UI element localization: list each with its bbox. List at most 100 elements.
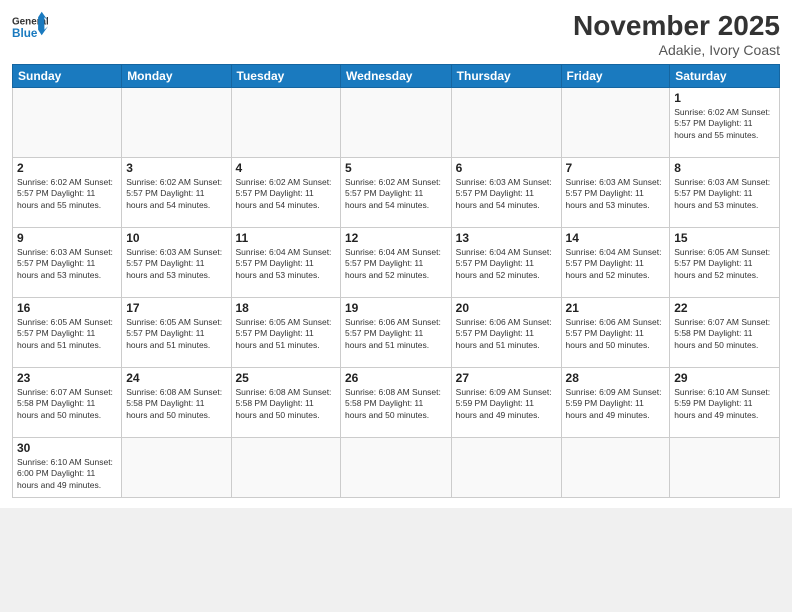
day-info: Sunrise: 6:03 AM Sunset: 5:57 PM Dayligh… bbox=[17, 247, 117, 281]
table-row: 1 Sunrise: 6:02 AM Sunset: 5:57 PM Daylig… bbox=[670, 88, 780, 158]
logo: General Blue bbox=[12, 10, 48, 46]
day-info: Sunrise: 6:03 AM Sunset: 5:57 PM Dayligh… bbox=[456, 177, 557, 211]
day-number: 26 bbox=[345, 371, 447, 385]
day-number: 11 bbox=[236, 231, 336, 245]
table-row: 26 Sunrise: 6:08 AM Sunset: 5:58 PM Dayli… bbox=[340, 368, 451, 438]
day-info: Sunrise: 6:06 AM Sunset: 5:57 PM Dayligh… bbox=[345, 317, 447, 351]
table-row: 30 Sunrise: 6:10 AM Sunset: 6:00 PM Dayli… bbox=[13, 438, 122, 498]
calendar-header-row: Sunday Monday Tuesday Wednesday Thursday… bbox=[13, 65, 780, 88]
table-row bbox=[231, 438, 340, 498]
day-info: Sunrise: 6:10 AM Sunset: 6:00 PM Dayligh… bbox=[17, 457, 117, 491]
table-row: 22Sunrise: 6:07 AM Sunset: 5:58 PM Dayli… bbox=[670, 298, 780, 368]
day-number: 5 bbox=[345, 161, 447, 175]
page: General Blue November 2025 Adakie, Ivory… bbox=[0, 0, 792, 508]
month-title: November 2025 bbox=[573, 10, 780, 42]
day-info: Sunrise: 6:02 AM Sunset: 5:57 PM Dayligh… bbox=[236, 177, 336, 211]
table-row: 21 Sunrise: 6:06 AM Sunset: 5:57 PM Dayli… bbox=[561, 298, 670, 368]
day-info: Sunrise: 6:03 AM Sunset: 5:57 PM Dayligh… bbox=[566, 177, 666, 211]
table-row: 9 Sunrise: 6:03 AM Sunset: 5:57 PM Daylig… bbox=[13, 228, 122, 298]
svg-text:Blue: Blue bbox=[12, 27, 38, 40]
day-number: 2 bbox=[17, 161, 117, 175]
table-row: 10 Sunrise: 6:03 AM Sunset: 5:57 PM Dayli… bbox=[122, 228, 231, 298]
table-row bbox=[451, 88, 561, 158]
day-number: 3 bbox=[126, 161, 226, 175]
day-info: Sunrise: 6:05 AM Sunset: 5:57 PM Dayligh… bbox=[17, 317, 117, 351]
day-info: Sunrise: 6:04 AM Sunset: 5:57 PM Dayligh… bbox=[566, 247, 666, 281]
day-info: Sunrise: 6:07 AM Sunset: 5:58 PM Dayligh… bbox=[17, 387, 117, 421]
table-row: 2 Sunrise: 6:02 AM Sunset: 5:57 PM Daylig… bbox=[13, 158, 122, 228]
location-subtitle: Adakie, Ivory Coast bbox=[573, 42, 780, 58]
table-row bbox=[561, 438, 670, 498]
day-info: Sunrise: 6:03 AM Sunset: 5:57 PM Dayligh… bbox=[126, 247, 226, 281]
table-row: 3 Sunrise: 6:02 AM Sunset: 5:57 PM Daylig… bbox=[122, 158, 231, 228]
day-number: 17 bbox=[126, 301, 226, 315]
day-info: Sunrise: 6:10 AM Sunset: 5:59 PM Dayligh… bbox=[674, 387, 775, 421]
table-row: 27 Sunrise: 6:09 AM Sunset: 5:59 PM Dayli… bbox=[451, 368, 561, 438]
day-info: Sunrise: 6:02 AM Sunset: 5:57 PM Dayligh… bbox=[17, 177, 117, 211]
day-info: Sunrise: 6:02 AM Sunset: 5:57 PM Dayligh… bbox=[345, 177, 447, 211]
table-row bbox=[340, 88, 451, 158]
table-row: 18Sunrise: 6:05 AM Sunset: 5:57 PM Dayli… bbox=[231, 298, 340, 368]
day-number: 27 bbox=[456, 371, 557, 385]
day-number: 14 bbox=[566, 231, 666, 245]
day-number: 18 bbox=[236, 301, 336, 315]
day-info: Sunrise: 6:04 AM Sunset: 5:57 PM Dayligh… bbox=[236, 247, 336, 281]
table-row: 8 Sunrise: 6:03 AM Sunset: 5:57 PM Daylig… bbox=[670, 158, 780, 228]
day-info: Sunrise: 6:08 AM Sunset: 5:58 PM Dayligh… bbox=[126, 387, 226, 421]
day-number: 1 bbox=[674, 91, 775, 105]
table-row: 20Sunrise: 6:06 AM Sunset: 5:57 PM Dayli… bbox=[451, 298, 561, 368]
col-sunday: Sunday bbox=[13, 65, 122, 88]
day-number: 4 bbox=[236, 161, 336, 175]
day-info: Sunrise: 6:08 AM Sunset: 5:58 PM Dayligh… bbox=[236, 387, 336, 421]
table-row: 14 Sunrise: 6:04 AM Sunset: 5:57 PM Dayli… bbox=[561, 228, 670, 298]
day-info: Sunrise: 6:02 AM Sunset: 5:57 PM Dayligh… bbox=[126, 177, 226, 211]
header: General Blue November 2025 Adakie, Ivory… bbox=[12, 10, 780, 58]
table-row: 5 Sunrise: 6:02 AM Sunset: 5:57 PM Daylig… bbox=[340, 158, 451, 228]
table-row: 16 Sunrise: 6:05 AM Sunset: 5:57 PM Dayli… bbox=[13, 298, 122, 368]
day-number: 21 bbox=[566, 301, 666, 315]
table-row: 17Sunrise: 6:05 AM Sunset: 5:57 PM Dayli… bbox=[122, 298, 231, 368]
table-row: 25 Sunrise: 6:08 AM Sunset: 5:58 PM Dayli… bbox=[231, 368, 340, 438]
day-info: Sunrise: 6:02 AM Sunset: 5:57 PM Dayligh… bbox=[674, 107, 775, 141]
day-number: 16 bbox=[17, 301, 117, 315]
day-number: 19 bbox=[345, 301, 447, 315]
table-row bbox=[561, 88, 670, 158]
title-block: November 2025 Adakie, Ivory Coast bbox=[573, 10, 780, 58]
day-info: Sunrise: 6:06 AM Sunset: 5:57 PM Dayligh… bbox=[566, 317, 666, 351]
day-number: 28 bbox=[566, 371, 666, 385]
day-info: Sunrise: 6:04 AM Sunset: 5:57 PM Dayligh… bbox=[345, 247, 447, 281]
day-info: Sunrise: 6:09 AM Sunset: 5:59 PM Dayligh… bbox=[456, 387, 557, 421]
day-info: Sunrise: 6:04 AM Sunset: 5:57 PM Dayligh… bbox=[456, 247, 557, 281]
table-row: 15Sunrise: 6:05 AM Sunset: 5:57 PM Dayli… bbox=[670, 228, 780, 298]
table-row: 6 Sunrise: 6:03 AM Sunset: 5:57 PM Daylig… bbox=[451, 158, 561, 228]
day-info: Sunrise: 6:07 AM Sunset: 5:58 PM Dayligh… bbox=[674, 317, 775, 351]
table-row: 11 Sunrise: 6:04 AM Sunset: 5:57 PM Dayli… bbox=[231, 228, 340, 298]
day-number: 25 bbox=[236, 371, 336, 385]
col-tuesday: Tuesday bbox=[231, 65, 340, 88]
table-row bbox=[122, 88, 231, 158]
day-number: 8 bbox=[674, 161, 775, 175]
day-number: 13 bbox=[456, 231, 557, 245]
day-number: 20 bbox=[456, 301, 557, 315]
table-row bbox=[231, 88, 340, 158]
col-thursday: Thursday bbox=[451, 65, 561, 88]
table-row bbox=[340, 438, 451, 498]
table-row: 24Sunrise: 6:08 AM Sunset: 5:58 PM Dayli… bbox=[122, 368, 231, 438]
day-number: 9 bbox=[17, 231, 117, 245]
col-saturday: Saturday bbox=[670, 65, 780, 88]
table-row: 7 Sunrise: 6:03 AM Sunset: 5:57 PM Daylig… bbox=[561, 158, 670, 228]
day-number: 15 bbox=[674, 231, 775, 245]
day-number: 10 bbox=[126, 231, 226, 245]
day-info: Sunrise: 6:08 AM Sunset: 5:58 PM Dayligh… bbox=[345, 387, 447, 421]
col-monday: Monday bbox=[122, 65, 231, 88]
col-wednesday: Wednesday bbox=[340, 65, 451, 88]
day-info: Sunrise: 6:03 AM Sunset: 5:57 PM Dayligh… bbox=[674, 177, 775, 211]
day-info: Sunrise: 6:09 AM Sunset: 5:59 PM Dayligh… bbox=[566, 387, 666, 421]
table-row bbox=[13, 88, 122, 158]
table-row bbox=[451, 438, 561, 498]
day-number: 6 bbox=[456, 161, 557, 175]
day-number: 7 bbox=[566, 161, 666, 175]
day-number: 23 bbox=[17, 371, 117, 385]
day-number: 30 bbox=[17, 441, 117, 455]
col-friday: Friday bbox=[561, 65, 670, 88]
